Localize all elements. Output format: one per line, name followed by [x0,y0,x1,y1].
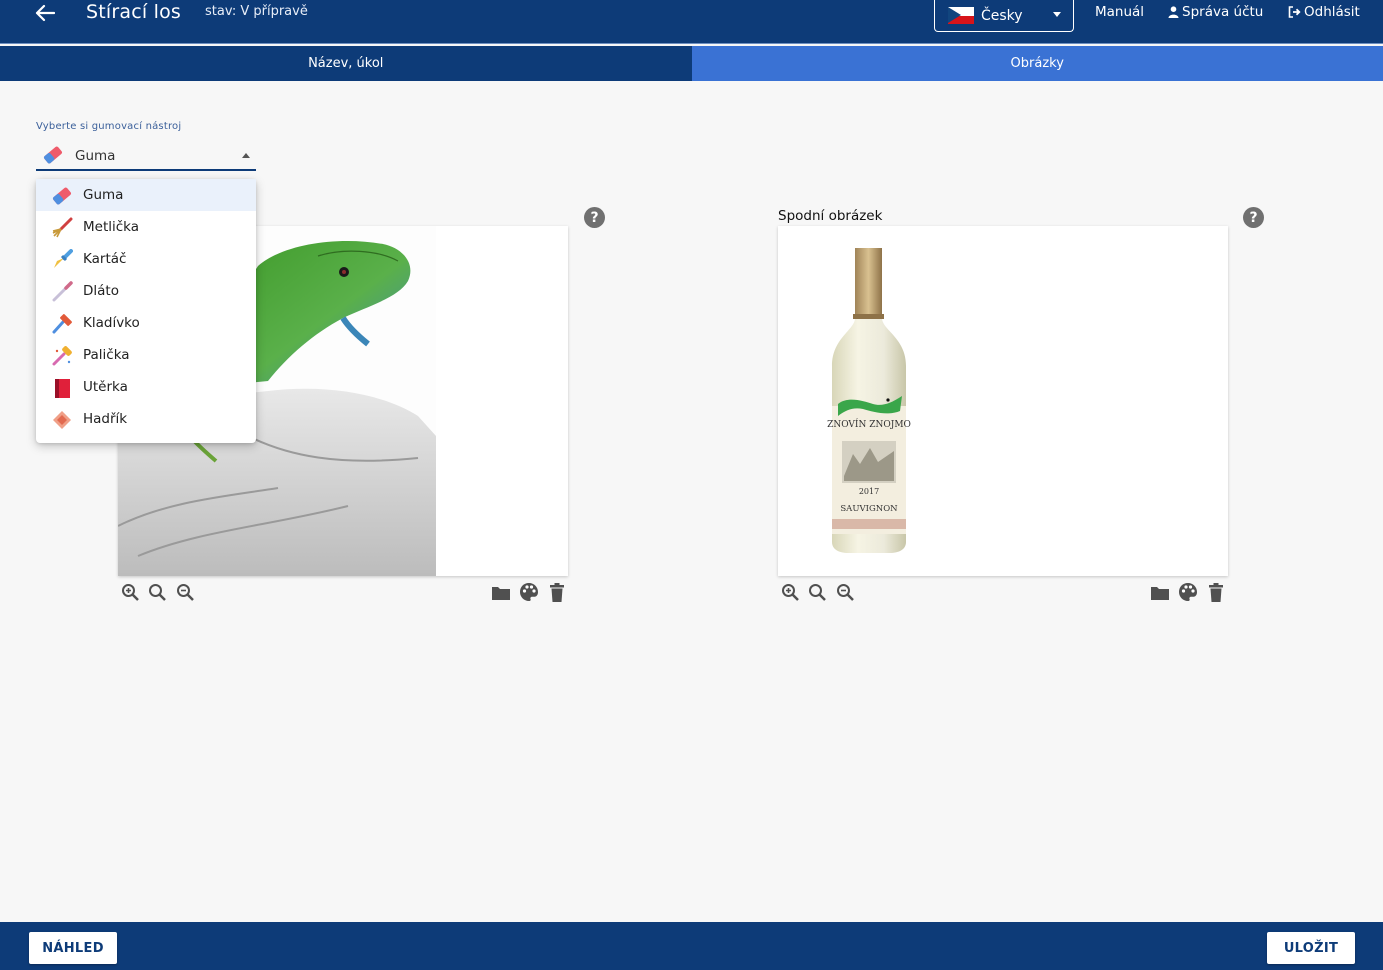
tab-images[interactable]: Obrázky [691,46,1383,81]
svg-text:2017: 2017 [859,487,879,496]
tool-option-label: Dláto [83,283,119,299]
back-arrow-icon[interactable] [30,0,60,26]
zoom-out-icon[interactable] [834,581,856,603]
rag-icon [51,409,73,431]
tool-option-label: Guma [83,187,124,203]
logout-link-label: Odhlásit [1304,4,1360,20]
hammer-icon [51,313,73,335]
bottom-image-title: Spodní obrázek [778,208,883,224]
tool-select[interactable]: Guma [36,141,256,171]
trash-icon[interactable] [546,581,568,603]
tab-name-task[interactable]: Název, úkol [0,46,692,81]
bottom-bar: NÁHLED ULOŽIT [0,922,1383,970]
folder-icon[interactable] [1149,581,1171,603]
tool-option-label: Kladívko [83,315,140,331]
tool-option-label: Utěrka [83,379,128,395]
sign-out-icon [1288,6,1301,18]
tool-dropdown-menu: Guma Metlička Kartáč Dláto Kladívko Pali… [36,179,256,443]
bottom-image-canvas[interactable]: ZNOVÍN ZNOJMO 2017 SAUVIGNON [778,226,1228,576]
tool-option-dlato[interactable]: Dláto [36,275,256,307]
zoom-reset-icon[interactable] [146,581,168,603]
caret-up-icon [242,153,250,158]
tool-option-guma[interactable]: Guma [36,179,256,211]
tool-select-value: Guma [75,148,116,164]
tool-option-label: Hadřík [83,411,128,427]
chisel-icon [51,281,73,303]
zoom-reset-icon[interactable] [806,581,828,603]
tool-option-label: Metlička [83,219,140,235]
tool-option-kladivko[interactable]: Kladívko [36,307,256,339]
manual-link-label: Manuál [1095,4,1145,20]
tool-option-label: Kartáč [83,251,127,267]
towel-icon [51,377,73,399]
eraser-icon [51,185,73,207]
trash-icon[interactable] [1205,581,1227,603]
help-icon[interactable]: ? [1243,207,1264,228]
tool-option-kartac[interactable]: Kartáč [36,243,256,275]
whisk-icon [51,217,73,239]
status-text: stav: V přípravě [205,4,308,19]
czech-flag-icon [948,7,974,24]
caret-down-icon [1053,12,1061,17]
tool-option-hadrik[interactable]: Hadřík [36,403,256,435]
folder-icon[interactable] [490,581,512,603]
tool-option-metlicka[interactable]: Metlička [36,211,256,243]
mallet-icon [51,345,73,367]
tool-option-uterka[interactable]: Utěrka [36,371,256,403]
eraser-icon [42,144,64,170]
language-label: Česky [981,7,1023,24]
account-link-label: Správa účtu [1182,4,1264,20]
svg-text:ZNOVÍN ZNOJMO: ZNOVÍN ZNOJMO [827,418,911,430]
zoom-in-icon[interactable] [119,581,141,603]
preview-button[interactable]: NÁHLED [29,932,117,964]
save-button[interactable]: ULOŽIT [1267,932,1355,964]
brush-icon [51,249,73,271]
tool-option-palicka[interactable]: Palička [36,339,256,371]
page-title: Stírací los [86,1,182,23]
top-bar: Stírací los stav: V přípravě Česky Manuá… [0,0,1383,44]
tool-picker-label: Vyberte si gumovací nástroj [36,121,182,132]
tool-option-label: Palička [83,347,130,363]
manual-link[interactable]: Manuál [1095,4,1144,20]
logout-link[interactable]: Odhlásit [1288,4,1360,20]
zoom-out-icon[interactable] [174,581,196,603]
help-icon[interactable]: ? [584,207,605,228]
zoom-in-icon[interactable] [779,581,801,603]
wine-bottle-image: ZNOVÍN ZNOJMO 2017 SAUVIGNON [827,248,911,553]
palette-icon[interactable] [518,581,540,603]
palette-icon[interactable] [1177,581,1199,603]
svg-text:SAUVIGNON: SAUVIGNON [840,504,898,514]
tab-bar: Název, úkol Obrázky [0,46,1383,81]
language-select[interactable]: Česky [934,0,1074,32]
user-icon [1168,6,1179,18]
account-link[interactable]: Správa účtu [1168,4,1263,20]
